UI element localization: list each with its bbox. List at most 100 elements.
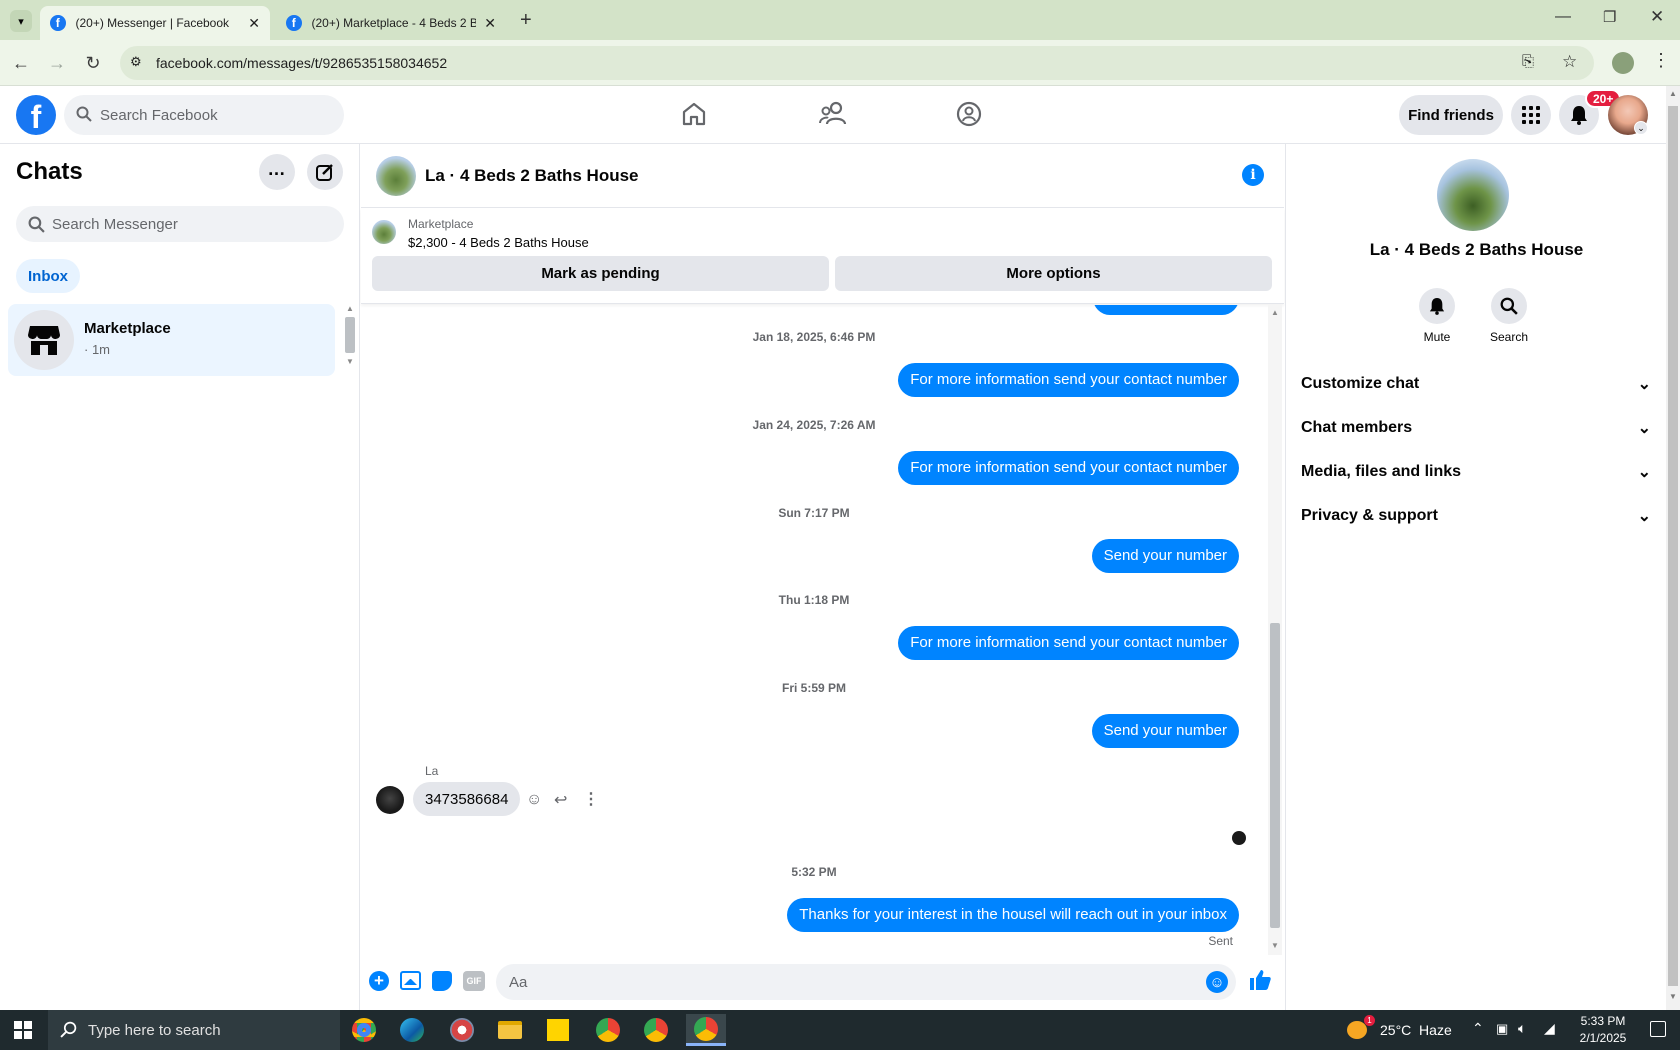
search-in-conversation-button[interactable]	[1491, 288, 1527, 324]
tab-messenger[interactable]: f (20+) Messenger | Facebook ✕	[40, 6, 270, 40]
chrome-app-icon[interactable]	[344, 1014, 384, 1046]
more-actions-icon[interactable]: ⋮	[583, 789, 599, 809]
chats-title: Chats	[16, 158, 83, 185]
conversation-info-icon[interactable]: i	[1242, 164, 1264, 186]
scroll-thumb[interactable]	[1270, 623, 1280, 928]
volume-icon[interactable]: 🔈︎	[1518, 1020, 1526, 1037]
new-message-button[interactable]	[307, 154, 343, 190]
listing-thumbnail[interactable]	[372, 220, 396, 244]
friends-nav-icon[interactable]	[818, 100, 848, 128]
inbox-filter-button[interactable]: Inbox	[16, 259, 80, 293]
app-icon[interactable]	[442, 1014, 482, 1046]
emoji-icon[interactable]: ☺	[1206, 971, 1228, 993]
site-info-icon[interactable]: ⚙	[130, 54, 142, 70]
privacy-support-section[interactable]: Privacy & support ⌄	[1301, 496, 1651, 536]
message-bubble-outgoing[interactable]: Send your number	[1091, 539, 1239, 573]
more-options-button[interactable]: More options	[835, 256, 1272, 291]
message-bubble-outgoing[interactable]	[1093, 305, 1239, 315]
gif-icon[interactable]: GIF	[463, 971, 485, 991]
attach-photo-icon[interactable]	[400, 971, 421, 990]
sticker-icon[interactable]	[432, 971, 452, 991]
listing-avatar[interactable]	[376, 156, 416, 196]
edge-app-icon[interactable]	[392, 1014, 432, 1046]
windows-start-icon[interactable]	[14, 1021, 32, 1039]
meet-now-icon[interactable]: ▣	[1496, 1021, 1508, 1037]
chat-list-item[interactable]: Marketplace · 1m	[8, 304, 335, 376]
new-tab-button[interactable]: +	[520, 9, 532, 32]
notification-center-icon[interactable]	[1650, 1021, 1666, 1037]
install-app-icon[interactable]: ⎘	[1522, 53, 1534, 70]
close-tab-icon[interactable]: ✕	[484, 15, 496, 32]
file-explorer-icon[interactable]	[490, 1014, 530, 1046]
scroll-down-arrow-icon[interactable]: ▼	[1669, 992, 1677, 1001]
listing-title[interactable]: $2,300 - 4 Beds 2 Baths House	[408, 235, 589, 250]
profile-icon[interactable]	[1612, 52, 1634, 74]
message-scrollbar[interactable]: ▲ ▼	[1268, 305, 1282, 955]
scroll-down-arrow-icon[interactable]: ▼	[1271, 941, 1279, 950]
minimize-window-button[interactable]: —	[1555, 8, 1571, 26]
groups-nav-icon[interactable]	[955, 100, 983, 128]
scroll-up-arrow-icon[interactable]: ▲	[344, 304, 356, 313]
taskbar-search-placeholder: Type here to search	[88, 1021, 221, 1039]
message-bubble-incoming[interactable]: 3473586684	[413, 782, 521, 816]
page-scrollbar[interactable]: ▲ ▼	[1666, 86, 1680, 1010]
scroll-up-arrow-icon[interactable]: ▲	[1666, 89, 1680, 98]
sticky-notes-icon[interactable]	[538, 1014, 578, 1046]
message-bubble-outgoing[interactable]: For more information send your contact n…	[898, 626, 1239, 660]
tab-marketplace[interactable]: f (20+) Marketplace - 4 Beds 2 Ba ✕	[276, 6, 506, 40]
tab-search-button[interactable]: ▾	[10, 10, 32, 32]
more-actions-plus-icon[interactable]: +	[369, 971, 389, 991]
chevron-down-icon[interactable]: ⌄	[1634, 121, 1648, 135]
composer-bar: + GIF Aa ☺	[361, 956, 1284, 1010]
message-input[interactable]: Aa ☺	[496, 964, 1236, 1000]
network-icon[interactable]: ◢	[1544, 1020, 1555, 1037]
messenger-search-input[interactable]: Search Messenger	[16, 206, 344, 242]
listing-profile-photo[interactable]	[1437, 159, 1509, 231]
scroll-up-arrow-icon[interactable]: ▲	[1268, 308, 1282, 317]
like-thumbs-up-icon[interactable]	[1248, 968, 1272, 992]
message-bubble-outgoing[interactable]: For more information send your contact n…	[898, 363, 1239, 397]
react-emoji-icon[interactable]: ☺	[526, 791, 542, 809]
facebook-logo-icon[interactable]: f	[16, 95, 56, 135]
facebook-search-input[interactable]: Search Facebook	[64, 95, 344, 135]
chrome-profile-icon[interactable]	[636, 1014, 676, 1046]
weather-text[interactable]: 25°C Haze	[1380, 1022, 1452, 1038]
bookmark-star-icon[interactable]: ☆	[1562, 52, 1577, 72]
chat-options-button[interactable]: …	[259, 154, 295, 190]
scroll-down-arrow-icon[interactable]: ▼	[344, 357, 356, 366]
mark-as-pending-button[interactable]: Mark as pending	[372, 256, 829, 291]
scroll-thumb[interactable]	[1668, 106, 1678, 986]
close-tab-icon[interactable]: ✕	[248, 15, 260, 32]
taskbar-search-box[interactable]: Type here to search	[48, 1010, 340, 1050]
taskbar-clock[interactable]: 5:33 PM 2/1/2025	[1570, 1013, 1636, 1047]
home-nav-icon[interactable]	[680, 100, 708, 128]
message-bubble-outgoing[interactable]: Send your number	[1091, 714, 1239, 748]
message-bubble-outgoing[interactable]: Thanks for your interest in the housel w…	[787, 898, 1239, 932]
chat-members-section[interactable]: Chat members ⌄	[1301, 408, 1651, 448]
close-window-button[interactable]: ✕	[1650, 7, 1664, 27]
reload-button[interactable]: ↻	[80, 50, 106, 76]
sender-avatar[interactable]	[376, 786, 404, 814]
address-bar[interactable]: ⚙ facebook.com/messages/t/92865351580346…	[120, 46, 1594, 80]
message-bubble-outgoing[interactable]: For more information send your contact n…	[898, 451, 1239, 485]
conversation-title[interactable]: La · 4 Beds 2 Baths House	[425, 166, 639, 186]
menu-grid-icon[interactable]	[1511, 95, 1551, 135]
weather-icon[interactable]	[1347, 1021, 1367, 1039]
reply-icon[interactable]: ↩	[554, 790, 567, 810]
chat-list-scrollbar[interactable]: ▲ ▼	[344, 304, 356, 520]
show-hidden-icons-chevron-icon[interactable]: ⌃	[1472, 1020, 1484, 1037]
forward-button[interactable]: →	[44, 50, 70, 76]
browser-menu-icon[interactable]: ⋮	[1652, 50, 1670, 71]
chrome-profile-icon[interactable]	[588, 1014, 628, 1046]
scroll-thumb[interactable]	[345, 317, 355, 353]
message-timestamp: Thu 1:18 PM	[778, 593, 850, 607]
media-files-links-section[interactable]: Media, files and links ⌄	[1301, 452, 1651, 492]
listing-source: Marketplace	[408, 217, 474, 231]
restore-window-button[interactable]: ❐	[1603, 8, 1616, 26]
customize-chat-section[interactable]: Customize chat ⌄	[1301, 364, 1651, 404]
back-button[interactable]: ←	[8, 50, 34, 76]
chrome-active-app-icon[interactable]	[686, 1014, 726, 1046]
mute-button[interactable]	[1419, 288, 1455, 324]
find-friends-button[interactable]: Find friends	[1399, 95, 1503, 135]
info-panel-name: La · 4 Beds 2 Baths House	[1369, 240, 1584, 259]
